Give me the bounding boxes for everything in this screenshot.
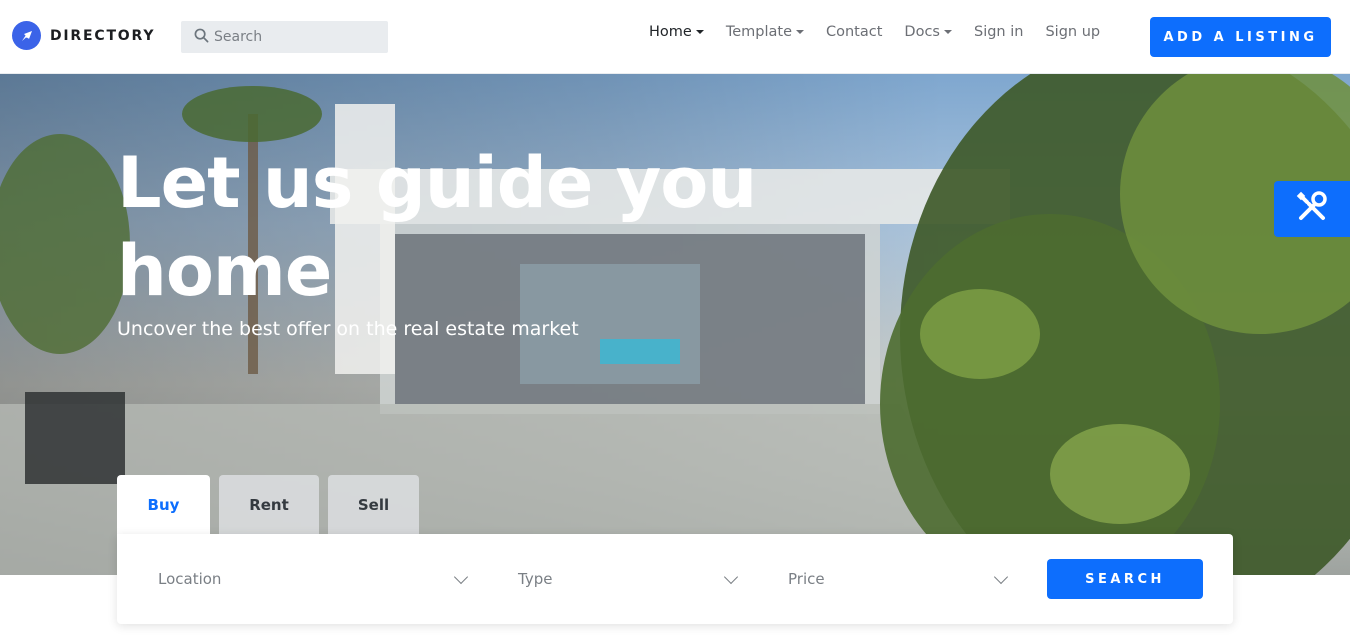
search-box[interactable] xyxy=(181,21,388,53)
add-listing-button[interactable]: ADD A LISTING xyxy=(1150,17,1331,57)
price-select[interactable]: Price xyxy=(788,559,1010,599)
tab-rent[interactable]: Rent xyxy=(219,475,319,535)
nav-item-label: Sign in xyxy=(974,24,1024,40)
nav-item-docs[interactable]: Docs xyxy=(904,24,952,40)
main-nav: Home Template Contact Docs Sign in Sign … xyxy=(649,24,1122,40)
nav-item-label: Template xyxy=(725,24,792,40)
brand-logo-link[interactable]: DIRECTORY xyxy=(12,21,155,50)
nav-item-label: Contact xyxy=(826,24,883,40)
location-select-label: Location xyxy=(158,570,222,588)
caret-down-icon xyxy=(695,30,704,34)
type-select-label: Type xyxy=(518,570,553,588)
chevron-down-icon xyxy=(993,569,1009,585)
theme-settings-button[interactable] xyxy=(1274,181,1350,237)
nav-item-home[interactable]: Home xyxy=(649,24,704,40)
brand-name: DIRECTORY xyxy=(50,27,156,44)
compass-icon xyxy=(12,21,41,50)
location-select[interactable]: Location xyxy=(158,559,470,599)
price-select-label: Price xyxy=(788,570,825,588)
tab-sell[interactable]: Sell xyxy=(328,475,419,535)
caret-down-icon xyxy=(796,30,804,34)
navbar: DIRECTORY Home Template Contact Docs Sig… xyxy=(0,0,1350,74)
type-select[interactable]: Type xyxy=(518,559,740,599)
chevron-down-icon xyxy=(453,569,469,585)
hero-subtitle: Uncover the best offer on the real estat… xyxy=(117,318,579,340)
nav-item-label: Home xyxy=(649,24,692,40)
tab-buy[interactable]: Buy xyxy=(117,475,210,535)
search-icon xyxy=(194,28,209,47)
chevron-down-icon xyxy=(723,569,739,585)
hero-title: Let us guide you home xyxy=(117,142,757,312)
tools-icon xyxy=(1295,190,1329,228)
search-tabs: Buy Rent Sell xyxy=(117,475,419,535)
nav-item-contact[interactable]: Contact xyxy=(826,24,882,40)
nav-item-label: Docs xyxy=(904,24,940,40)
nav-item-label: Sign up xyxy=(1045,24,1101,40)
search-input[interactable] xyxy=(214,29,384,45)
nav-item-sign-up[interactable]: Sign up xyxy=(1045,24,1100,40)
nav-item-sign-in[interactable]: Sign in xyxy=(974,24,1023,40)
caret-down-icon xyxy=(944,30,952,34)
nav-item-template[interactable]: Template xyxy=(726,24,804,40)
property-search-panel: Location Type Price SEARCH xyxy=(117,534,1233,624)
search-button[interactable]: SEARCH xyxy=(1047,559,1203,599)
